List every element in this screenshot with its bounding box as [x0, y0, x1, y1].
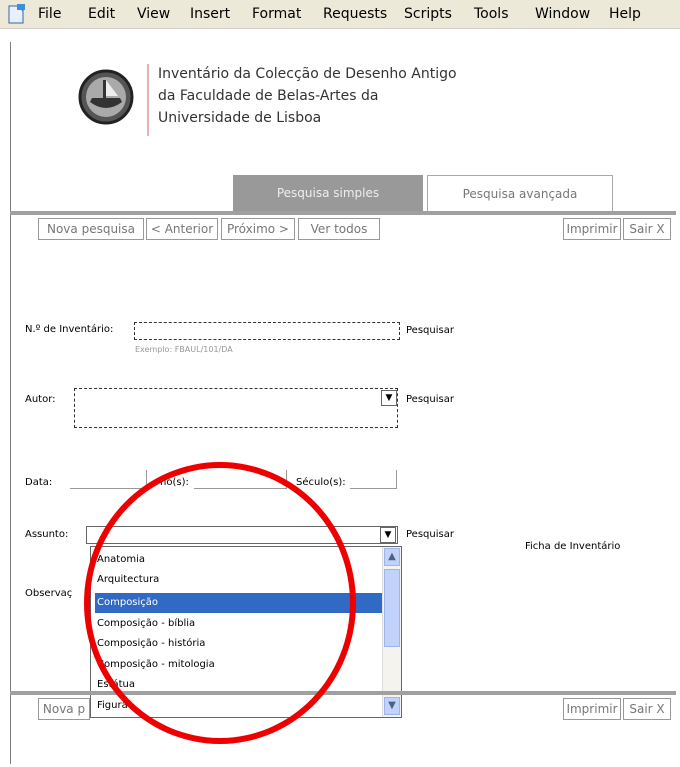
inventory-label: N.º de Inventário:	[25, 324, 114, 335]
subject-search-link[interactable]: Pesquisar	[406, 529, 454, 540]
tab-simple-search[interactable]: Pesquisa simples	[233, 175, 423, 211]
menu-help[interactable]: Help	[609, 6, 641, 22]
menu-tools[interactable]: Tools	[474, 6, 509, 22]
print-button[interactable]: Imprimir	[563, 218, 621, 240]
author-list[interactable]	[74, 388, 398, 428]
scroll-up-icon[interactable]: ▲	[384, 548, 400, 566]
author-dropdown-icon[interactable]: ▼	[381, 390, 397, 406]
scroll-down-icon[interactable]: ▼	[384, 697, 400, 715]
menu-requests[interactable]: Requests	[323, 6, 387, 22]
previous-button[interactable]: < Anterior	[146, 218, 218, 240]
date-input[interactable]	[70, 470, 147, 489]
top-nav-divider	[10, 211, 676, 215]
subject-dropdown-icon[interactable]: ▼	[380, 527, 396, 543]
menu-insert[interactable]: Insert	[190, 6, 230, 22]
new-search-button[interactable]: Nova pesquisa	[38, 218, 144, 240]
bottom-new-search-button[interactable]: Nova p	[38, 698, 90, 720]
annotation-circle	[84, 462, 356, 744]
tab-advanced-search[interactable]: Pesquisa avançada	[427, 175, 613, 212]
inventory-record-link[interactable]: Ficha de Inventário	[525, 541, 620, 552]
menu-scripts[interactable]: Scripts	[404, 6, 452, 22]
century-label: Século(s):	[296, 477, 346, 488]
bottom-print-button[interactable]: Imprimir	[563, 698, 621, 720]
observations-label: Observaç	[25, 588, 73, 599]
institution-line-3: Universidade de Lisboa	[158, 110, 322, 126]
inventory-search-link[interactable]: Pesquisar	[406, 325, 454, 336]
next-button[interactable]: Próximo >	[221, 218, 295, 240]
menu-bar: File Edit View Insert Format Requests Sc…	[0, 0, 680, 29]
bottom-exit-button[interactable]: Sair X	[623, 698, 671, 720]
author-search-link[interactable]: Pesquisar	[406, 394, 454, 405]
menu-window[interactable]: Window	[535, 6, 590, 22]
menu-edit[interactable]: Edit	[88, 6, 115, 22]
view-all-button[interactable]: Ver todos	[298, 218, 380, 240]
exit-button[interactable]: Sair X	[623, 218, 671, 240]
bottom-nav-divider	[10, 691, 676, 695]
logo-divider	[147, 64, 149, 136]
century-input[interactable]	[350, 470, 397, 489]
menu-view[interactable]: View	[137, 6, 170, 22]
scroll-thumb[interactable]	[384, 569, 400, 647]
menu-format[interactable]: Format	[252, 6, 301, 22]
institution-line-1: Inventário da Colecção de Desenho Antigo	[158, 66, 457, 82]
subject-label: Assunto:	[25, 529, 69, 540]
institution-line-2: da Faculdade de Belas-Artes da	[158, 88, 379, 104]
inventory-input[interactable]	[134, 322, 400, 340]
university-seal-logo	[78, 69, 134, 125]
menu-file[interactable]: File	[38, 6, 61, 22]
inventory-example: Exemplo: FBAUL/101/DA	[135, 345, 233, 354]
app-icon	[8, 4, 25, 24]
author-label: Autor:	[25, 394, 56, 405]
date-label: Data:	[25, 477, 53, 488]
